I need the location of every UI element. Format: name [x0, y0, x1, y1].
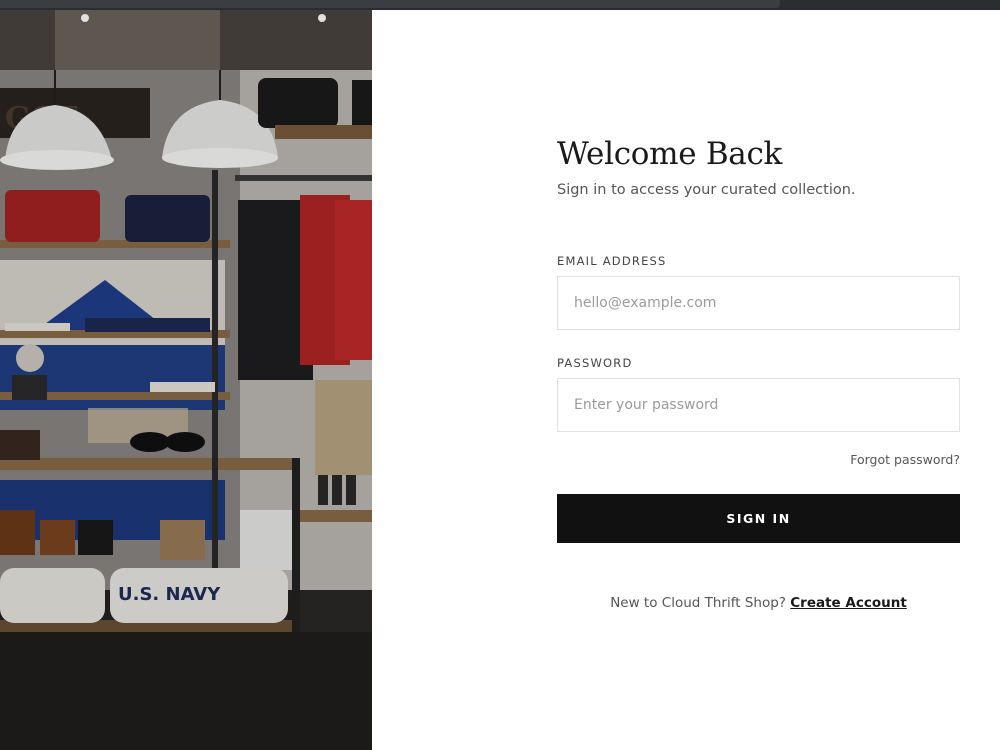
signup-row: New to Cloud Thrift Shop? Create Account: [557, 595, 960, 611]
password-field[interactable]: [557, 378, 960, 432]
forgot-password-row: Forgot password?: [557, 452, 960, 467]
forgot-password-link[interactable]: Forgot password?: [850, 452, 960, 467]
page-subtitle: Sign in to access your curated collectio…: [557, 182, 856, 198]
login-form: Welcome Back Sign in to access your cura…: [557, 136, 960, 611]
signup-prompt: New to Cloud Thrift Shop?: [610, 595, 786, 611]
sign-in-button[interactable]: SIGN IN: [557, 494, 960, 543]
email-label: EMAIL ADDRESS: [557, 254, 667, 268]
create-account-link[interactable]: Create Account: [790, 595, 907, 611]
store-illustration: GGE: [0, 10, 372, 750]
page-title: Welcome Back: [557, 136, 783, 172]
password-label: PASSWORD: [557, 356, 633, 370]
browser-top-bar: [0, 0, 1000, 10]
login-panel: Welcome Back Sign in to access your cura…: [372, 10, 1000, 750]
email-field[interactable]: [557, 276, 960, 330]
browser-tab-strip: [0, 0, 780, 8]
clothing-store-photo: GGE: [0, 10, 372, 750]
